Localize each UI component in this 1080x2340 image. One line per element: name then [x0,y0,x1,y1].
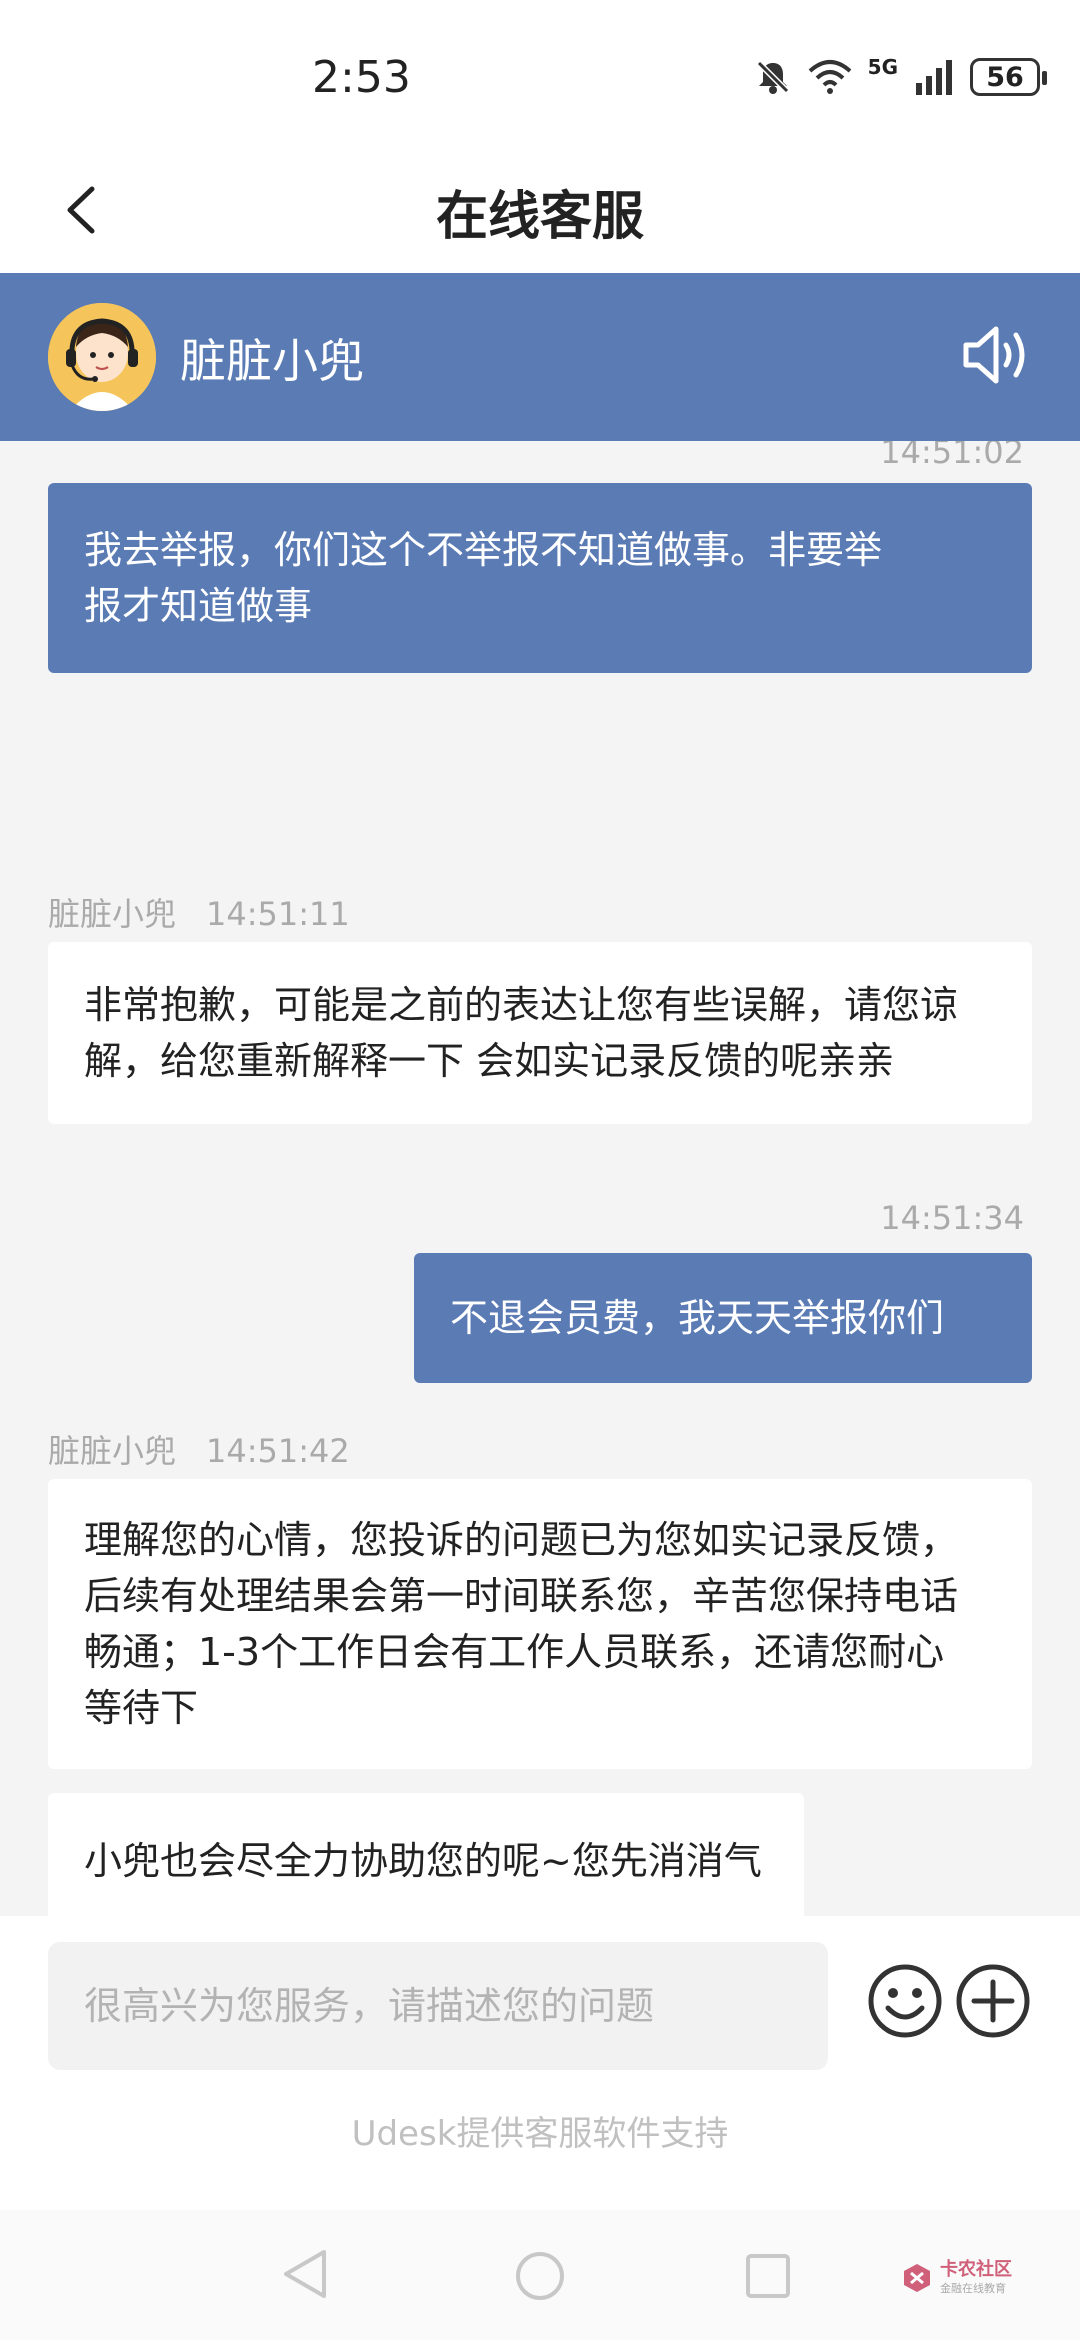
message-line: 我去举报，你们这个不举报不知道做事。非要举 [84,528,883,572]
powered-by-text: Udesk提供客服软件支持 [351,2114,729,2154]
message-input[interactable] [48,1942,828,2070]
incoming-message-bubble[interactable]: 非常抱歉，可能是之前的表达让您有些误解，请您谅 解，给您重新解释一下 会如实记录… [48,942,1032,1124]
support-agent-icon [48,303,156,411]
message-line: 后续有处理结果会第一时间联系您，辛苦您保持电话 [84,1574,959,1618]
message-line: 畅通；1-3个工作日会有工作人员联系，还请您耐心 [84,1630,945,1674]
triangle-back-icon [284,2250,326,2298]
system-nav-bar: 卡农社区 金融在线教育 [0,2210,1080,2340]
smiley-icon [868,1964,942,2038]
message-line: 理解您的心情，您投诉的问题已为您如实记录反馈， [84,1518,959,1562]
network-type: 5G [867,55,898,79]
agent-avatar [48,303,156,411]
outgoing-message-bubble[interactable]: 不退会员费，我天天举报你们 [414,1253,1032,1383]
message-sender-line: 脏脏小兜 14:51:11 [48,889,350,935]
emoji-button[interactable] [866,1962,944,2040]
agent-bar: 脏脏小兜 [0,273,1080,441]
message-timestamp: 14:51:02 [880,441,1024,471]
speaker-icon [963,326,1025,384]
message-line: 非常抱歉，可能是之前的表达让您有些误解，请您谅 [84,983,959,1027]
nav-back-button[interactable] [280,2246,330,2306]
message-line: 解，给您重新解释一下 会如实记录反馈的呢亲亲 [84,1039,895,1083]
outgoing-message-bubble[interactable]: 我去举报，你们这个不举报不知道做事。非要举 报才知道做事 [48,483,1032,673]
message-sender: 脏脏小兜 [48,895,177,933]
watermark-subtitle: 金融在线教育 [940,2282,1006,2295]
watermark: 卡农社区 金融在线教育 [900,2260,1012,2296]
message-timestamp: 14:51:42 [206,1432,350,1470]
status-icons: 5G 56 [754,55,1047,96]
message-sender: 脏脏小兜 [48,1432,177,1470]
message-line: 报才知道做事 [84,584,313,628]
agent-name: 脏脏小兜 [180,334,364,388]
page-title: 在线客服 [435,187,644,247]
nav-home-button[interactable] [514,2250,566,2306]
sound-toggle-button[interactable] [962,323,1034,387]
circle-home-icon [516,2252,564,2300]
square-recent-icon [746,2254,790,2298]
message-line: 等待下 [84,1686,199,1730]
mute-bell-icon [756,60,789,94]
message-line: 不退会员费，我天天举报你们 [450,1296,945,1340]
plus-circle-icon [956,1964,1030,2038]
message-timestamp: 14:51:34 [880,1199,1024,1237]
battery-indicator: 56 [970,58,1047,96]
message-timestamp: 14:51:11 [206,895,350,933]
incoming-message-bubble[interactable]: 小兜也会尽全力协助您的呢~您先消消气 [48,1793,804,1916]
kanong-logo-icon [904,2264,930,2292]
nav-recent-apps-button[interactable] [744,2252,792,2304]
incoming-message-bubble[interactable]: 理解您的心情，您投诉的问题已为您如实记录反馈， 后续有处理结果会第一时间联系您，… [48,1479,1032,1769]
status-time: 2:53 [312,52,411,103]
message-sender-line: 脏脏小兜 14:51:42 [48,1426,350,1472]
signal-icon [916,60,952,95]
more-options-button[interactable] [954,1962,1032,2040]
watermark-title: 卡农社区 [940,2259,1012,2280]
title-bar: 在线客服 [0,150,1080,273]
message-input-area: Udesk提供客服软件支持 [0,1916,1080,2210]
chat-message-list[interactable]: 14:51:02 我去举报，你们这个不举报不知道做事。非要举 报才知道做事 脏脏… [0,441,1080,1916]
message-line: 小兜也会尽全力协助您的呢~您先消消气 [84,1839,762,1883]
status-bar: 2:53 5G 56 [0,0,1080,150]
wifi-icon [808,60,851,94]
